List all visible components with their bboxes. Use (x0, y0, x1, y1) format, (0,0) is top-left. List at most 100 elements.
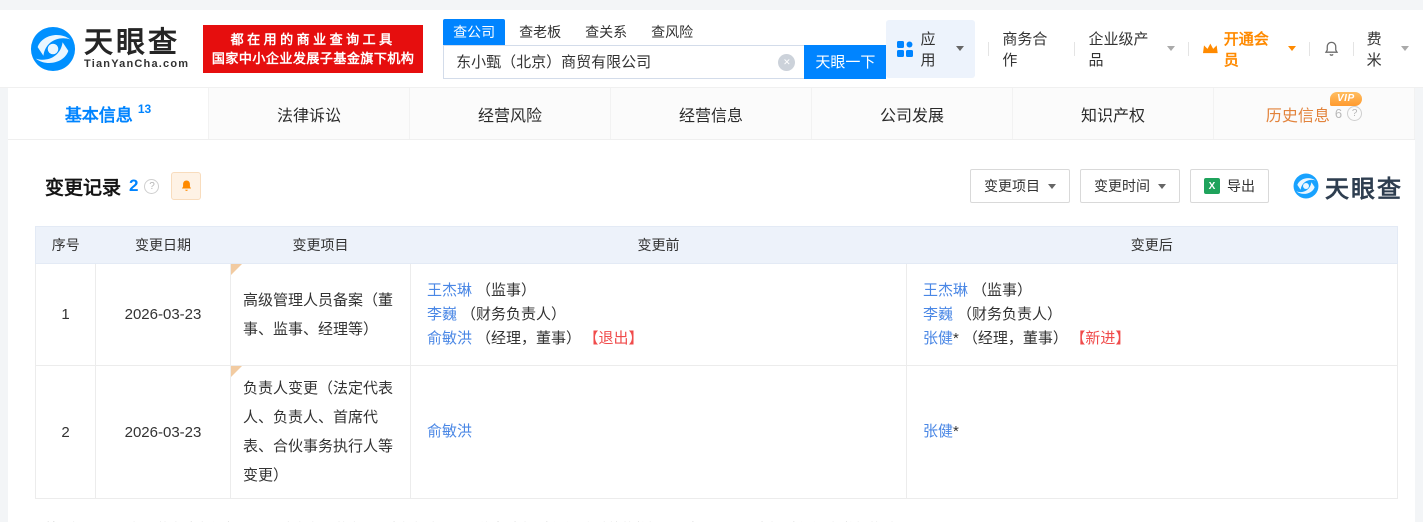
question-circle-icon[interactable]: ? (144, 179, 159, 194)
row2-change-item: 负责人变更（法定代表人、负责人、首席代表、合伙事务执行人等变更） (231, 366, 411, 499)
row2-after-cell: 张健* (907, 366, 1398, 499)
tab-history-info[interactable]: 历史信息 6 ? VIP (1214, 88, 1415, 139)
subscribe-bell-button[interactable] (171, 172, 201, 200)
user-menu[interactable]: 费米 (1367, 28, 1409, 70)
person-link[interactable]: 张健 (923, 423, 953, 440)
promo-line2: 国家中小企业发展子基金旗下机构 (211, 49, 415, 68)
person-link[interactable]: 俞敏洪 (427, 330, 472, 347)
page-top-gutter (0, 0, 1423, 10)
apps-menu-button[interactable]: 应用 (886, 20, 975, 78)
status-badge-new: 【新进】 (1078, 330, 1131, 347)
tianyancha-change-records-page: 天眼查 TianYanCha.com 都在用的商业查询工具 国家中小企业发展子基… (0, 0, 1423, 522)
col-header-date: 变更日期 (96, 227, 231, 264)
bell-icon (1323, 40, 1340, 58)
corner-flag-icon (231, 366, 242, 377)
row1-date: 2026-03-23 (96, 264, 231, 366)
person-role: （监事） (476, 282, 536, 299)
person-line: 俞敏洪（经理，董事）【退出】 (427, 327, 890, 351)
filter-change-item-label: 变更项目 (984, 176, 1040, 196)
section-title: 变更记录 (45, 173, 121, 200)
table-row: 2 2026-03-23 负责人变更（法定代表人、负责人、首席代表、合伙事务执行… (36, 366, 1398, 499)
row2-change-item-text: 负责人变更（法定代表人、负责人、首席代表、合伙事务执行人等变更） (243, 380, 393, 484)
section-header: 变更记录 2 ? 变更项目 变更时间 (8, 140, 1403, 208)
company-section-tabs: 基本信息 13 法律诉讼 经营风险 经营信息 公司发展 知识产权 历史信息 6 … (8, 88, 1415, 140)
clear-icon[interactable]: ✕ (778, 54, 795, 71)
search-module: 查公司 查老板 查关系 查风险 ✕ 天眼一下 (443, 19, 886, 79)
excel-icon: X (1204, 178, 1220, 194)
chevron-down-icon (956, 46, 964, 55)
nav-divider (1309, 42, 1310, 56)
tab-history-count: 6 (1335, 106, 1342, 121)
chevron-down-icon (1158, 184, 1166, 193)
logo-text: 天眼查 TianYanCha.com (84, 28, 189, 70)
chevron-down-icon (1167, 46, 1175, 55)
row2-before-cell: 俞敏洪 (411, 366, 907, 499)
filter-change-time-label: 变更时间 (1094, 176, 1150, 196)
search-submit-button[interactable]: 天眼一下 (804, 45, 886, 79)
search-input[interactable] (444, 46, 804, 78)
person-line: 张健* (923, 420, 1381, 444)
tianyancha-logo[interactable]: 天眼查 TianYanCha.com (30, 26, 189, 72)
filter-change-item-dropdown[interactable]: 变更项目 (970, 169, 1070, 203)
person-link[interactable]: 王杰琳 (923, 282, 968, 299)
notifications-bell-button[interactable] (1323, 40, 1340, 58)
logo-title: 天眼查 (84, 28, 189, 58)
person-role: （财务负责人） (957, 306, 1062, 323)
promo-line1: 都在用的商业查询工具 (211, 30, 415, 49)
crown-icon (1202, 42, 1219, 55)
tab-company-development[interactable]: 公司发展 (812, 88, 1013, 139)
nav-business-coop[interactable]: 商务合作 (1002, 28, 1061, 70)
col-header-after: 变更后 (907, 227, 1398, 264)
row1-after-cell: 王杰琳（监事） 李巍（财务负责人） 张健*（经理，董事）【新进】 (907, 264, 1398, 366)
status-badge-exit: 【退出】 (591, 330, 644, 347)
open-vip-label: 开通会员 (1224, 28, 1283, 70)
section-count: 2 (129, 176, 138, 196)
nav-open-vip[interactable]: 开通会员 (1202, 28, 1296, 70)
person-link[interactable]: 俞敏洪 (427, 423, 472, 440)
main-card: 基本信息 13 法律诉讼 经营风险 经营信息 公司发展 知识产权 历史信息 6 … (8, 88, 1415, 522)
search-tabs: 查公司 查老板 查关系 查风险 (443, 19, 886, 45)
tab-intellectual-property[interactable]: 知识产权 (1013, 88, 1214, 139)
search-tab-boss[interactable]: 查老板 (509, 19, 571, 45)
person-line: 俞敏洪 (427, 420, 890, 444)
export-label: 导出 (1227, 176, 1255, 196)
tab-history-label: 历史信息 (1266, 102, 1330, 126)
tab-business-info[interactable]: 经营信息 (611, 88, 812, 139)
person-role: （监事） (972, 282, 1032, 299)
search-box: ✕ (443, 45, 804, 79)
vip-badge: VIP (1330, 92, 1362, 106)
search-row: ✕ 天眼一下 (443, 45, 886, 79)
tab-legal[interactable]: 法律诉讼 (209, 88, 410, 139)
tab-business-risk[interactable]: 经营风险 (410, 88, 611, 139)
tianyancha-logo-icon (1293, 173, 1319, 199)
nav-divider (1188, 42, 1189, 56)
nav-enterprise-products[interactable]: 企业级产品 (1088, 28, 1175, 70)
person-link[interactable]: 李巍 (923, 306, 953, 323)
corner-flag-icon (231, 264, 242, 275)
export-button[interactable]: X 导出 (1190, 169, 1269, 203)
search-tab-relation[interactable]: 查关系 (575, 19, 637, 45)
person-link[interactable]: 王杰琳 (427, 282, 472, 299)
person-line: 王杰琳（监事） (923, 279, 1381, 303)
special-note: 特别提示：“ * ”标识的为法定代表人。“ ”角标标识的为天眼查根据官网公示信息… (45, 518, 1415, 522)
tab-basic-count: 13 (138, 102, 151, 116)
tianyancha-logo-icon (30, 26, 76, 72)
table-header-row: 序号 变更日期 变更项目 变更前 变更后 (36, 227, 1398, 264)
row1-change-item: 高级管理人员备案（董事、监事、经理等） (231, 264, 411, 366)
change-records-table: 序号 变更日期 变更项目 变更前 变更后 1 2026-03-23 高级管理人员… (35, 226, 1398, 499)
username: 费米 (1367, 28, 1396, 70)
person-link[interactable]: 张健 (923, 330, 953, 347)
search-tab-risk[interactable]: 查风险 (641, 19, 703, 45)
person-link[interactable]: 李巍 (427, 306, 457, 323)
tab-basic-info[interactable]: 基本信息 13 (8, 88, 209, 139)
filter-change-time-dropdown[interactable]: 变更时间 (1080, 169, 1180, 203)
section-actions: 变更项目 变更时间 X 导出 (970, 169, 1403, 204)
row1-no: 1 (36, 264, 96, 366)
logo-domain: TianYanCha.com (84, 58, 189, 70)
special-note-part2: ”角标标识的为天眼查根据官网公示信息对比分析后平台计算的数据，其变更日期是对比分… (279, 518, 920, 522)
search-tab-company[interactable]: 查公司 (443, 19, 505, 45)
question-circle-icon[interactable]: ? (1347, 106, 1362, 121)
person-role: （财务负责人） (461, 306, 566, 323)
legal-rep-star: * (953, 330, 959, 347)
legal-rep-star: * (953, 423, 959, 440)
